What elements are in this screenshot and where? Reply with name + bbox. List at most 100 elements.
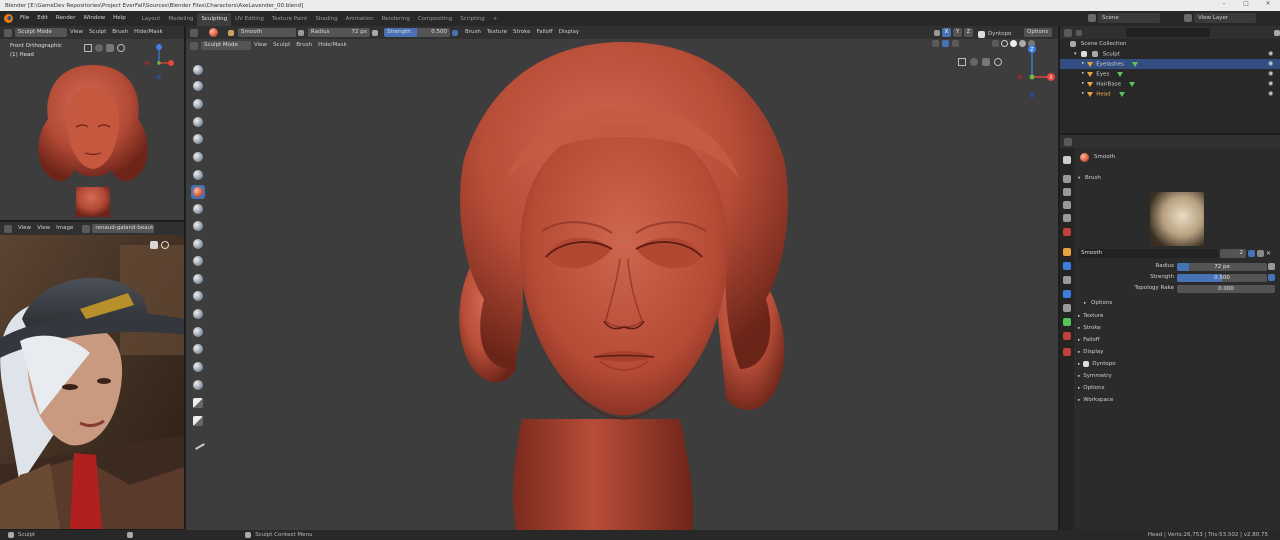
- header-menu-brush[interactable]: Brush: [462, 26, 484, 39]
- particles-tab-icon[interactable]: [1063, 276, 1071, 284]
- section-symmetry[interactable]: ▸ Symmetry: [1078, 371, 1112, 382]
- collection-checkbox-icon[interactable]: [1081, 51, 1088, 57]
- section-stroke[interactable]: ▸ Stroke: [1078, 323, 1101, 334]
- props-strength-field[interactable]: 0.500: [1177, 274, 1267, 282]
- expand-arrow-icon[interactable]: ▸: [1082, 91, 1084, 96]
- tab-compositing[interactable]: Compositing: [414, 13, 456, 26]
- left-menu-hide-mask[interactable]: Hide/Mask: [131, 26, 166, 39]
- add-workspace-button[interactable]: +: [489, 13, 502, 26]
- symmetry-x-toggle[interactable]: X: [942, 28, 951, 37]
- tab-scripting[interactable]: Scripting: [456, 13, 488, 26]
- zoom-icon[interactable]: [117, 44, 125, 52]
- tool-fill[interactable]: [191, 219, 205, 233]
- blender-logo-icon[interactable]: [4, 14, 13, 23]
- image-menu-view[interactable]: View: [34, 222, 53, 235]
- tab-animation[interactable]: Animation: [342, 13, 378, 26]
- expand-arrow-icon[interactable]: ▸: [1082, 81, 1084, 86]
- tab-modeling[interactable]: Modeling: [164, 13, 197, 26]
- world-tab-icon[interactable]: [1063, 228, 1071, 236]
- left-viewport[interactable]: Front Orthographic (1) Head: [0, 39, 184, 220]
- image-name-field[interactable]: renaud-galand-beaut...: [92, 224, 155, 233]
- props-topology-rake-field[interactable]: 0.000: [1177, 285, 1275, 293]
- main-menu-brush[interactable]: Brush: [293, 39, 315, 52]
- image-menu-view-dropdown[interactable]: View: [15, 222, 34, 235]
- tool-simplify[interactable]: [191, 360, 205, 374]
- section-texture[interactable]: ▸ Texture: [1078, 311, 1103, 322]
- tool-settings-tab-icon[interactable]: [1063, 156, 1071, 164]
- brush-datablock-field[interactable]: Smooth: [1078, 249, 1218, 258]
- texture-tab-icon[interactable]: [1063, 348, 1071, 356]
- expand-arrow-icon[interactable]: ▸: [1082, 61, 1084, 66]
- close-icon[interactable]: ✕: [1260, 0, 1276, 7]
- brush-fake-user-icon[interactable]: [1248, 250, 1255, 257]
- maximize-icon[interactable]: □: [1238, 0, 1254, 7]
- symmetry-y-toggle[interactable]: Y: [953, 28, 962, 37]
- main-mode-dropdown[interactable]: Sculpt Mode: [201, 41, 251, 50]
- main-menu-view[interactable]: View: [251, 39, 270, 52]
- scene-tab-icon[interactable]: [1063, 214, 1071, 222]
- tool-clay[interactable]: [191, 97, 205, 111]
- tool-box-mask[interactable]: [191, 396, 205, 410]
- editor-type-icon[interactable]: [4, 28, 12, 37]
- tab-sculpting[interactable]: Sculpting: [197, 12, 232, 26]
- main-camera-icon[interactable]: [970, 58, 978, 66]
- eye-icon[interactable]: ◉: [1268, 49, 1273, 59]
- header-menu-falloff[interactable]: Falloff: [534, 26, 556, 39]
- scene-name[interactable]: Scene: [1098, 13, 1160, 23]
- outliner-row-eyelashes[interactable]: ▸ Eyelashes ◉: [1060, 59, 1280, 69]
- brush-browse-icon[interactable]: [228, 29, 234, 36]
- fake-user-icon[interactable]: [298, 29, 304, 36]
- tool-layer[interactable]: [191, 132, 205, 146]
- tool-rotate[interactable]: [191, 342, 205, 356]
- section-display[interactable]: ▸ Display: [1078, 347, 1104, 358]
- radius-field[interactable]: Radius 72 px: [308, 28, 370, 37]
- tool-flatten[interactable]: [191, 202, 205, 216]
- tab-uv-editing[interactable]: UV Editing: [231, 13, 268, 26]
- outliner-type-icon[interactable]: [1064, 28, 1072, 37]
- main-menu-hide-mask[interactable]: Hide/Mask: [315, 39, 350, 52]
- modifier-tab-icon[interactable]: [1063, 262, 1071, 270]
- eye-icon[interactable]: ◉: [1268, 89, 1273, 99]
- tool-editor-type-icon[interactable]: [190, 28, 198, 37]
- overlay-toggle-icon[interactable]: [952, 40, 959, 47]
- data-tab-icon[interactable]: [1063, 318, 1071, 326]
- options-subpanel-header[interactable]: ▸ Options: [1084, 298, 1112, 309]
- header-menu-display[interactable]: Display: [556, 26, 582, 39]
- pan-hand-icon[interactable]: [106, 44, 114, 52]
- image-browse-icon[interactable]: [82, 224, 91, 233]
- main-menu-sculpt[interactable]: Sculpt: [270, 39, 293, 52]
- brush-section-header[interactable]: ▾ Brush: [1078, 173, 1101, 184]
- section-falloff[interactable]: ▸ Falloff: [1078, 335, 1100, 346]
- tool-pinch[interactable]: [191, 254, 205, 268]
- material-tab-icon[interactable]: [1063, 332, 1071, 340]
- strength-field[interactable]: Strength 0.500: [384, 28, 450, 37]
- tab-rendering[interactable]: Rendering: [378, 13, 414, 26]
- gizmo-toggle-icon[interactable]: [942, 40, 949, 47]
- symmetry-z-toggle[interactable]: Z: [964, 28, 973, 37]
- tool-snake-hook[interactable]: [191, 289, 205, 303]
- xray-icon[interactable]: [992, 40, 999, 47]
- outliner-row-sculpt[interactable]: ▾ Sculpt ◉: [1060, 49, 1280, 59]
- object-visibility-icon[interactable]: [932, 40, 939, 47]
- tab-texture-paint[interactable]: Texture Paint: [268, 13, 312, 26]
- physics-tab-icon[interactable]: [1063, 290, 1071, 298]
- tool-scrape[interactable]: [191, 237, 205, 251]
- brush-unlink-icon[interactable]: ✕: [1266, 250, 1271, 257]
- camera-view-icon[interactable]: [95, 44, 103, 52]
- minimize-icon[interactable]: –: [1216, 0, 1232, 7]
- tab-layout[interactable]: Layout: [138, 13, 165, 26]
- main-viewport[interactable]: Sculpt Mode View Sculpt Brush Hide/Mask …: [186, 39, 1058, 530]
- tool-clay-strips[interactable]: [191, 115, 205, 129]
- constraints-tab-icon[interactable]: [1063, 304, 1071, 312]
- left-mode-dropdown[interactable]: Sculpt Mode: [15, 28, 67, 37]
- tool-annotate[interactable]: [191, 436, 205, 450]
- tool-nudge[interactable]: [191, 325, 205, 339]
- eye-icon[interactable]: ◉: [1268, 69, 1273, 79]
- expand-arrow-icon[interactable]: ▾: [1074, 51, 1077, 57]
- properties-type-icon[interactable]: [1064, 137, 1072, 146]
- head-sculpt-mesh[interactable]: [444, 39, 804, 530]
- tool-grab[interactable]: [191, 272, 205, 286]
- tool-draw[interactable]: [191, 63, 205, 77]
- outliner-row-hairbase[interactable]: ▸ HairBase ◉: [1060, 79, 1280, 89]
- solid-shading-icon[interactable]: [1010, 40, 1017, 47]
